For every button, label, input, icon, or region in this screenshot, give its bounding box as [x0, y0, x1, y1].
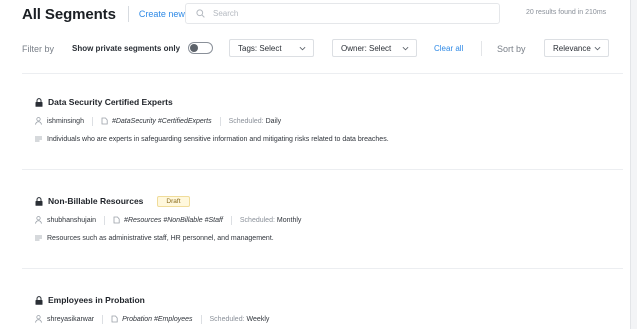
tags-select-value: Tags: Select	[238, 43, 282, 53]
chevron-down-icon	[402, 46, 409, 50]
right-frame-edge	[630, 0, 637, 329]
search-input[interactable]: Search	[185, 3, 500, 24]
meta-separator	[230, 215, 232, 225]
scheduled-value: Monthly	[276, 216, 302, 224]
toggle-knob	[190, 44, 198, 52]
segment-description: Resources such as administrative staff, …	[47, 234, 274, 242]
segment-card[interactable]: Data Security Certified Experts ishminsi…	[35, 96, 615, 144]
segment-card[interactable]: Non-Billable Resources Draft shubhanshuj…	[35, 195, 615, 243]
divider-line	[22, 73, 623, 74]
scheduled-label: Scheduled:	[228, 117, 264, 125]
sort-by-label: Sort by	[497, 44, 526, 54]
divider-line	[22, 169, 623, 170]
lock-icon	[35, 196, 43, 206]
segment-tags: Probation #Employees	[122, 315, 193, 323]
search-icon	[196, 9, 205, 18]
meta-separator	[91, 116, 93, 126]
tag-icon	[101, 117, 108, 125]
owner-select-value: Owner: Select	[341, 43, 392, 53]
chevron-down-icon	[594, 46, 601, 50]
scheduled-label: Scheduled:	[239, 216, 275, 224]
results-count: 20 results found in 210ms	[526, 9, 607, 16]
meta-separator	[200, 314, 202, 324]
filter-divider	[481, 41, 482, 56]
meta-separator	[219, 116, 221, 126]
meta-separator	[104, 215, 106, 225]
segment-tags: #DataSecurity #CertifiedExperts	[111, 117, 212, 125]
clear-all-link[interactable]: Clear all	[434, 44, 463, 53]
tag-icon	[111, 315, 118, 323]
segment-title[interactable]: Non-Billable Resources	[48, 196, 143, 206]
sort-select[interactable]: Relevance	[544, 39, 609, 57]
filter-by-label: Filter by	[22, 44, 55, 54]
user-icon	[35, 216, 42, 224]
description-icon	[35, 136, 42, 142]
chevron-down-icon	[299, 46, 306, 50]
title-divider	[127, 6, 129, 22]
scheduled-value: Daily	[265, 117, 282, 125]
segment-owner: shubhanshujain	[47, 216, 97, 224]
create-new-link[interactable]: Create new	[139, 9, 185, 19]
page-header: All Segments Create new	[22, 4, 185, 24]
meta-separator	[102, 314, 104, 324]
segment-title[interactable]: Employees in Probation	[48, 295, 145, 305]
scheduled-value: Weekly	[246, 315, 270, 323]
sort-select-value: Relevance	[553, 43, 591, 53]
segment-card[interactable]: Employees in Probation shreyasikarwar Pr…	[35, 294, 615, 324]
scheduled-label: Scheduled:	[209, 315, 245, 323]
user-icon	[35, 117, 42, 125]
owner-select[interactable]: Owner: Select	[332, 39, 417, 57]
private-toggle-label: Show private segments only	[72, 44, 181, 53]
tag-icon	[113, 216, 120, 224]
segment-owner: ishminsingh	[47, 117, 84, 125]
page-title: All Segments	[22, 5, 116, 23]
private-segments-toggle[interactable]	[188, 42, 213, 54]
segment-tags: #Resources #NonBillable #Staff	[124, 216, 223, 224]
search-placeholder: Search	[213, 9, 239, 18]
divider-line	[22, 268, 623, 269]
lock-icon	[35, 295, 43, 305]
user-icon	[35, 315, 42, 323]
segment-description: Individuals who are experts in safeguard…	[47, 135, 389, 143]
description-icon	[35, 235, 42, 241]
lock-icon	[35, 97, 43, 107]
segment-title[interactable]: Data Security Certified Experts	[48, 97, 173, 107]
tags-select[interactable]: Tags: Select	[229, 39, 314, 57]
draft-badge: Draft	[157, 195, 190, 207]
segment-owner: shreyasikarwar	[47, 315, 95, 323]
